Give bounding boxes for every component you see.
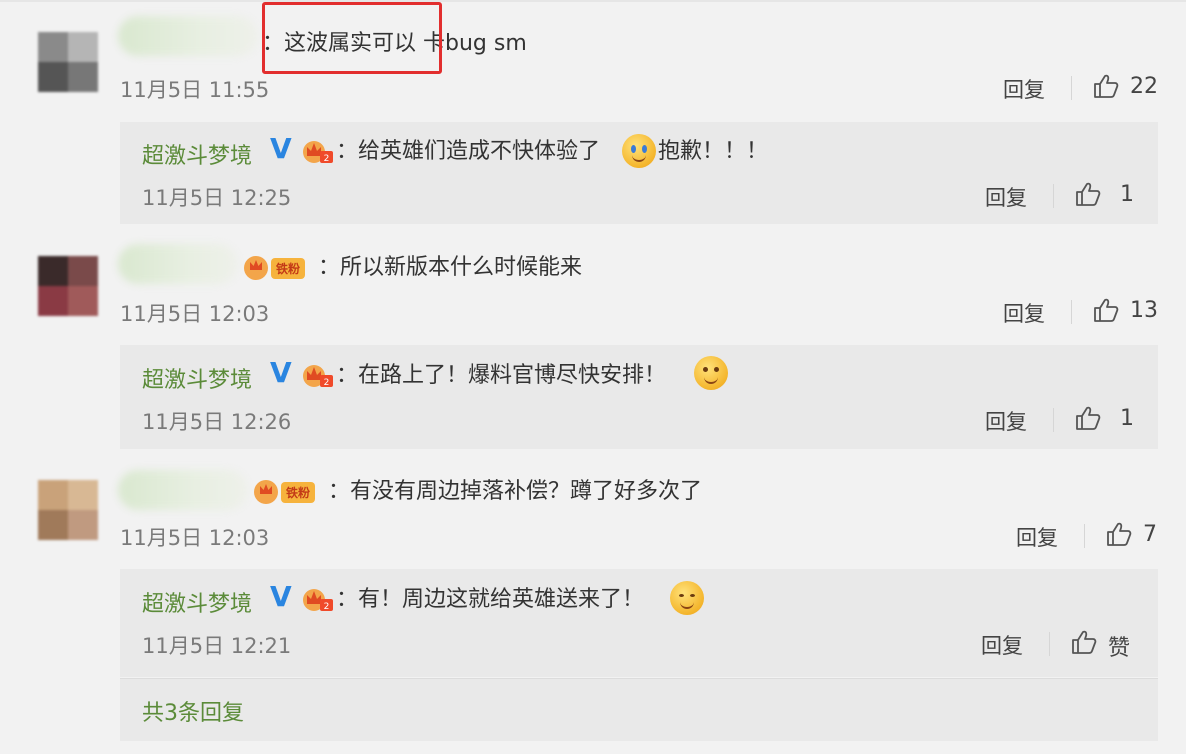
reply-author[interactable]: 超激斗梦境	[142, 362, 252, 394]
comment-time: 11月5日 12:03	[120, 526, 270, 550]
divider	[1053, 184, 1054, 208]
crown-icon	[254, 480, 278, 504]
reply-time: 11月5日 12:21	[142, 634, 292, 658]
divider	[1071, 300, 1072, 324]
avatar[interactable]	[38, 32, 98, 92]
comment-time: 11月5日 12:03	[120, 302, 270, 326]
smirk-emoji-icon	[670, 581, 704, 615]
reply-author[interactable]: 超激斗梦境	[142, 138, 252, 170]
thumbs-up-icon[interactable]	[1071, 630, 1097, 654]
fan-badge: 铁粉	[254, 479, 316, 505]
like-count: 22	[1130, 74, 1158, 99]
thumbs-up-icon[interactable]	[1093, 298, 1119, 322]
verified-icon: V	[270, 580, 292, 613]
svg-text:2: 2	[324, 154, 330, 164]
username-redacted[interactable]	[118, 16, 258, 56]
reply-button[interactable]: 回复	[1016, 522, 1058, 552]
fan-level-badge-icon: 2	[303, 589, 333, 612]
reply-text-end: 抱歉！！！	[658, 139, 769, 164]
reply-button[interactable]: 回复	[981, 630, 1023, 660]
divider	[1084, 524, 1085, 548]
like-count: 1	[1120, 406, 1134, 431]
like-count: 1	[1120, 182, 1134, 207]
reply-text: ：给英雄们造成不快体验了	[336, 139, 601, 164]
reply-time: 11月5日 12:26	[142, 410, 292, 434]
like-count: 13	[1130, 298, 1158, 323]
reply-text: ：在路上了！爆料官博尽快安排！	[336, 363, 667, 388]
highlight-box	[262, 2, 442, 74]
username-redacted[interactable]	[118, 470, 248, 510]
crown-icon	[244, 256, 268, 280]
crying-emoji-icon	[622, 134, 656, 168]
thumbs-up-icon[interactable]	[1075, 182, 1101, 206]
thumbs-up-icon[interactable]	[1075, 406, 1101, 430]
reply-author[interactable]: 超激斗梦境	[142, 586, 252, 618]
fan-level-badge-icon: 2	[303, 365, 333, 388]
more-replies-box	[120, 678, 1158, 741]
thumbs-up-icon[interactable]	[1093, 74, 1119, 98]
like-button-label[interactable]: 赞	[1108, 630, 1130, 662]
divider	[1071, 76, 1072, 100]
verified-icon: V	[270, 132, 292, 165]
comment-time: 11月5日 11:55	[120, 78, 270, 102]
divider	[1053, 408, 1054, 432]
fan-badge: 铁粉	[244, 255, 306, 281]
username-redacted[interactable]	[118, 244, 238, 284]
love-emoji-icon	[694, 356, 728, 390]
more-replies-link[interactable]: 共3条回复	[142, 695, 244, 727]
comment-text: ：所以新版本什么时候能来	[318, 255, 583, 280]
avatar[interactable]	[38, 256, 98, 316]
comment-text: ：有没有周边掉落补偿？蹲了好多次了	[328, 479, 703, 504]
reply-text: ：有！周边这就给英雄送来了！	[336, 587, 645, 612]
reply-button[interactable]: 回复	[1003, 298, 1045, 328]
divider	[1049, 632, 1050, 656]
avatar[interactable]	[38, 480, 98, 540]
top-divider	[0, 0, 1186, 2]
reply-button[interactable]: 回复	[1003, 74, 1045, 104]
reply-time: 11月5日 12:25	[142, 186, 292, 210]
verified-icon: V	[270, 356, 292, 389]
svg-text:2: 2	[324, 602, 330, 612]
fan-level-badge-icon: 2	[303, 141, 333, 164]
reply-button[interactable]: 回复	[985, 182, 1027, 212]
fan-badge-label: 铁粉	[271, 257, 306, 279]
svg-text:2: 2	[324, 378, 330, 388]
fan-badge-label: 铁粉	[281, 481, 316, 503]
like-count: 7	[1143, 522, 1157, 547]
reply-button[interactable]: 回复	[985, 406, 1027, 436]
thumbs-up-icon[interactable]	[1106, 522, 1132, 546]
